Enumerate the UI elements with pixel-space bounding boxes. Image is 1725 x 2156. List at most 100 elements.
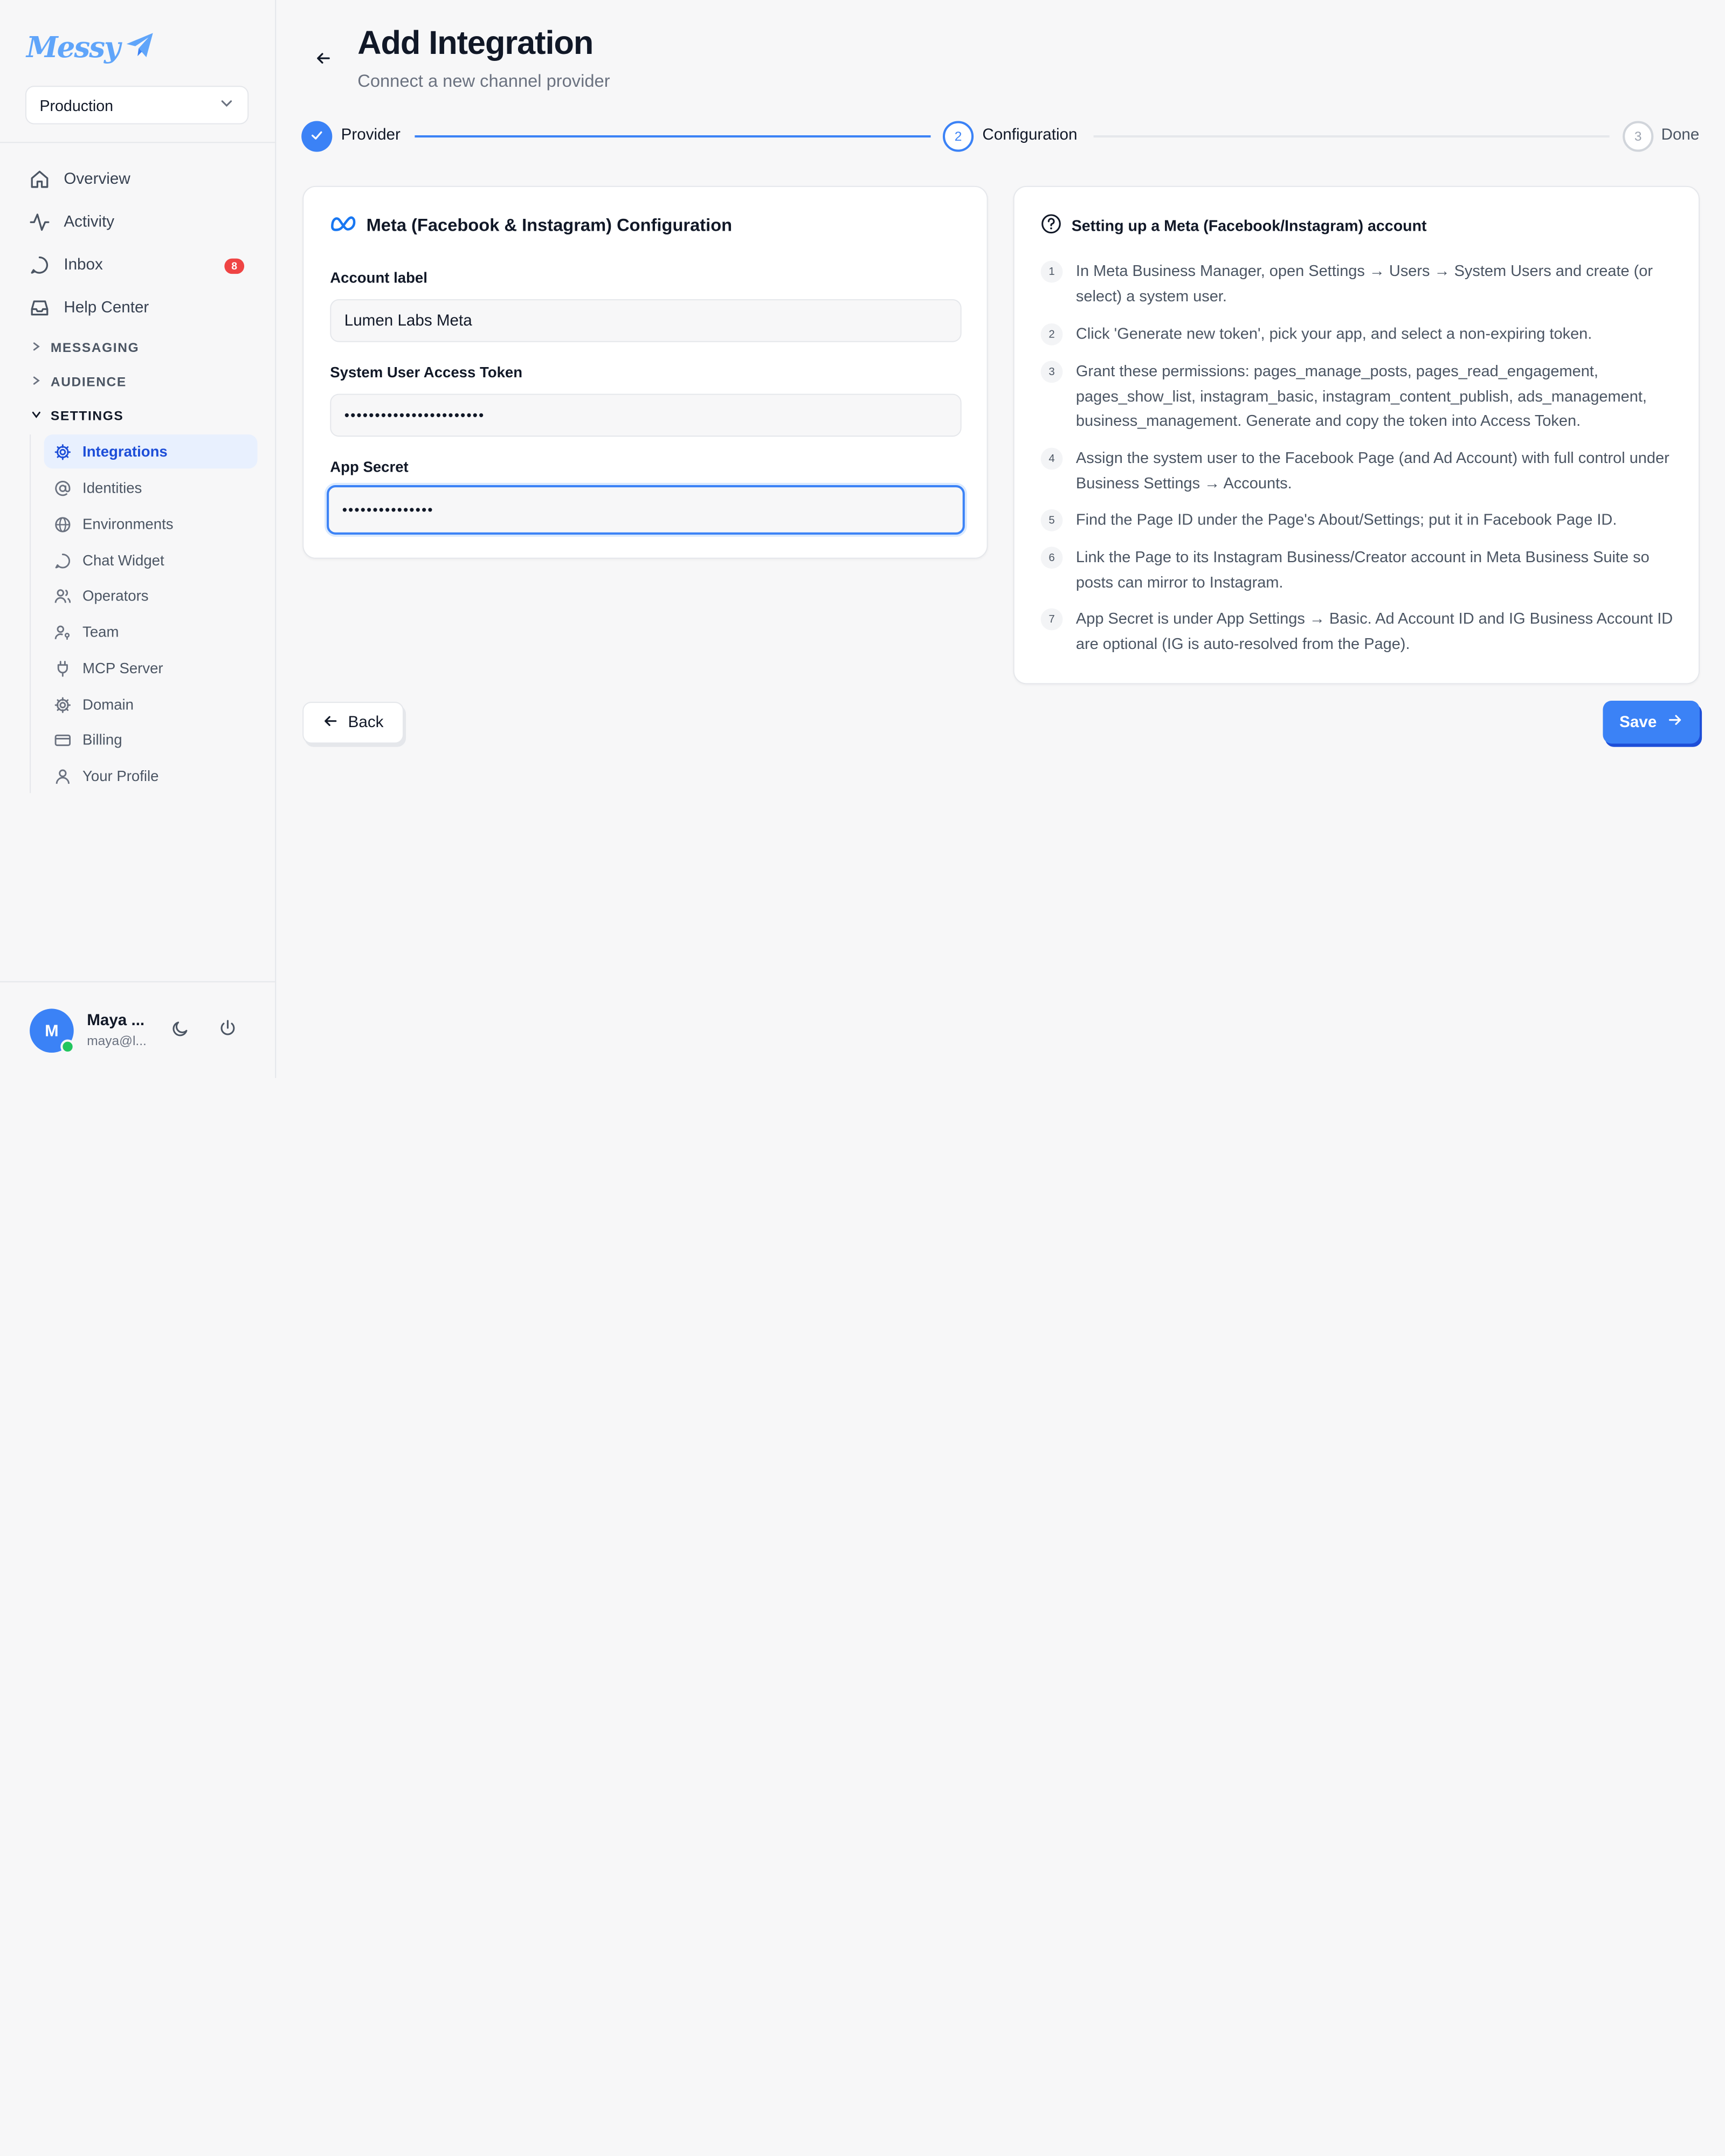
settings-item-label: Team	[82, 624, 119, 640]
online-status-dot	[60, 1039, 75, 1054]
step-configuration-label: Configuration	[982, 126, 1078, 144]
help-step-text: Find the Page ID under the Page's About/…	[1075, 511, 1617, 529]
sidebar: Messy Production Overview Activity Inbox…	[0, 0, 277, 1078]
settings-item-domain[interactable]: Domain	[44, 688, 258, 722]
power-icon	[218, 1018, 238, 1044]
section-label: SETTINGS	[50, 408, 124, 424]
step-configuration-indicator: 2	[942, 121, 974, 152]
gear-icon	[54, 443, 72, 460]
settings-item-chat-widget[interactable]: Chat Widget	[44, 543, 258, 577]
inbox-count-badge: 8	[224, 258, 245, 274]
section-label: MESSAGING	[50, 340, 140, 356]
access-token-input[interactable]: •••••••••••••••••••••••	[330, 393, 962, 437]
access-token-value: •••••••••••••••••••••••	[344, 407, 485, 424]
step-done-label: Done	[1661, 126, 1700, 144]
step-connector-pending	[1093, 135, 1610, 138]
gear-icon	[54, 696, 72, 714]
settings-item-your-profile[interactable]: Your Profile	[44, 759, 258, 793]
sidebar-divider	[0, 142, 277, 143]
inbox-tray-icon	[29, 297, 51, 319]
home-icon	[29, 168, 51, 190]
configuration-card-title: Meta (Facebook & Instagram) Configuratio…	[330, 215, 732, 238]
back-button[interactable]: Back	[302, 702, 404, 744]
chat-bubble-icon	[54, 551, 72, 569]
settings-item-label: Environments	[82, 516, 174, 533]
help-step: 5 Find the Page ID under the Page's Abou…	[1040, 508, 1673, 533]
settings-item-label: Integrations	[82, 443, 168, 460]
account-label-input[interactable]: Lumen Labs Meta	[330, 299, 962, 342]
settings-tree-line	[30, 434, 31, 793]
app-secret-value: •••••••••••••••	[342, 501, 434, 519]
help-step-number: 7	[1040, 608, 1063, 631]
logout-button[interactable]	[217, 1018, 239, 1044]
help-step: 3 Grant these permissions: pages_manage_…	[1040, 360, 1673, 434]
help-card: Setting up a Meta (Facebook/Instagram) a…	[1013, 185, 1700, 685]
section-audience[interactable]: AUDIENCE	[31, 373, 127, 391]
help-card-title: Setting up a Meta (Facebook/Instagram) a…	[1041, 213, 1427, 238]
settings-item-identities[interactable]: Identities	[44, 471, 258, 505]
page-title: Add Integration	[357, 25, 594, 62]
settings-item-team[interactable]: Team	[44, 615, 258, 649]
help-step: 2 Click 'Generate new token', pick your …	[1040, 322, 1673, 347]
arrow-right-icon	[1667, 711, 1683, 733]
nav-item-inbox[interactable]: Inbox	[29, 252, 103, 278]
chevron-down-icon	[31, 408, 42, 424]
help-step: 7 App Secret is under App Settings → Bas…	[1040, 607, 1673, 657]
help-step-number: 6	[1040, 547, 1063, 569]
app-secret-input[interactable]: •••••••••••••••	[327, 485, 965, 535]
step-done-indicator: 3	[1623, 121, 1654, 152]
environment-select[interactable]: Production	[25, 86, 249, 125]
user-name: Maya ...	[87, 1012, 145, 1030]
help-step-text: App Secret is under App Settings → Basic…	[1075, 610, 1673, 653]
chevron-down-icon	[219, 96, 234, 115]
meta-logo-icon	[330, 215, 356, 238]
user-divider	[0, 981, 277, 983]
settings-item-label: Billing	[82, 731, 122, 748]
app-logo[interactable]: Messy	[26, 31, 155, 65]
credit-card-icon	[54, 731, 72, 749]
settings-item-billing[interactable]: Billing	[44, 723, 258, 757]
check-icon	[309, 127, 325, 146]
account-label-value: Lumen Labs Meta	[344, 312, 472, 330]
access-token-label: System User Access Token	[330, 364, 523, 381]
help-step-text: In Meta Business Manager, open Settings …	[1075, 262, 1653, 306]
nav-item-overview[interactable]: Overview	[29, 166, 130, 192]
settings-item-operators[interactable]: Operators	[44, 578, 258, 612]
arrow-left-icon	[323, 712, 340, 733]
help-step-text: Assign the system user to the Facebook P…	[1075, 450, 1669, 493]
help-step-text: Link the Page to its Instagram Business/…	[1075, 549, 1650, 591]
logo-text: Messy	[26, 31, 121, 65]
nav-item-help-center[interactable]: Help Center	[29, 295, 149, 321]
arrow-left-icon	[315, 49, 333, 72]
step-connector-complete	[415, 135, 931, 138]
help-step: 4 Assign the system user to the Facebook…	[1040, 447, 1673, 496]
environment-value: Production	[39, 96, 114, 114]
settings-item-environments[interactable]: Environments	[44, 507, 258, 541]
help-step: 6 Link the Page to its Instagram Busines…	[1040, 545, 1673, 595]
settings-item-integrations[interactable]: Integrations	[44, 434, 258, 469]
account-label-label: Account label	[330, 269, 427, 286]
plug-icon	[54, 659, 72, 677]
help-step-number: 2	[1040, 323, 1063, 345]
users-icon	[54, 587, 72, 605]
nav-label: Inbox	[64, 256, 103, 274]
help-step-text: Click 'Generate new token', pick your ap…	[1075, 326, 1592, 343]
settings-item-label: Chat Widget	[82, 552, 164, 569]
save-button[interactable]: Save	[1603, 700, 1700, 744]
chevron-right-icon	[31, 340, 42, 356]
settings-item-label: Identities	[82, 479, 142, 496]
activity-icon	[29, 211, 51, 233]
user-email: maya@l...	[87, 1033, 147, 1048]
question-circle-icon	[1041, 213, 1062, 238]
nav-label: Help Center	[64, 299, 149, 317]
help-step-number: 4	[1040, 447, 1063, 470]
section-settings[interactable]: SETTINGS	[31, 407, 123, 425]
theme-toggle-button[interactable]	[169, 1020, 191, 1042]
nav-item-activity[interactable]: Activity	[29, 209, 114, 236]
section-messaging[interactable]: MESSAGING	[31, 339, 139, 357]
save-button-label: Save	[1619, 713, 1657, 731]
nav-label: Activity	[64, 213, 115, 231]
back-arrow-button[interactable]	[313, 50, 335, 72]
settings-item-mcp-server[interactable]: MCP Server	[44, 651, 258, 685]
help-step-number: 1	[1040, 260, 1063, 283]
